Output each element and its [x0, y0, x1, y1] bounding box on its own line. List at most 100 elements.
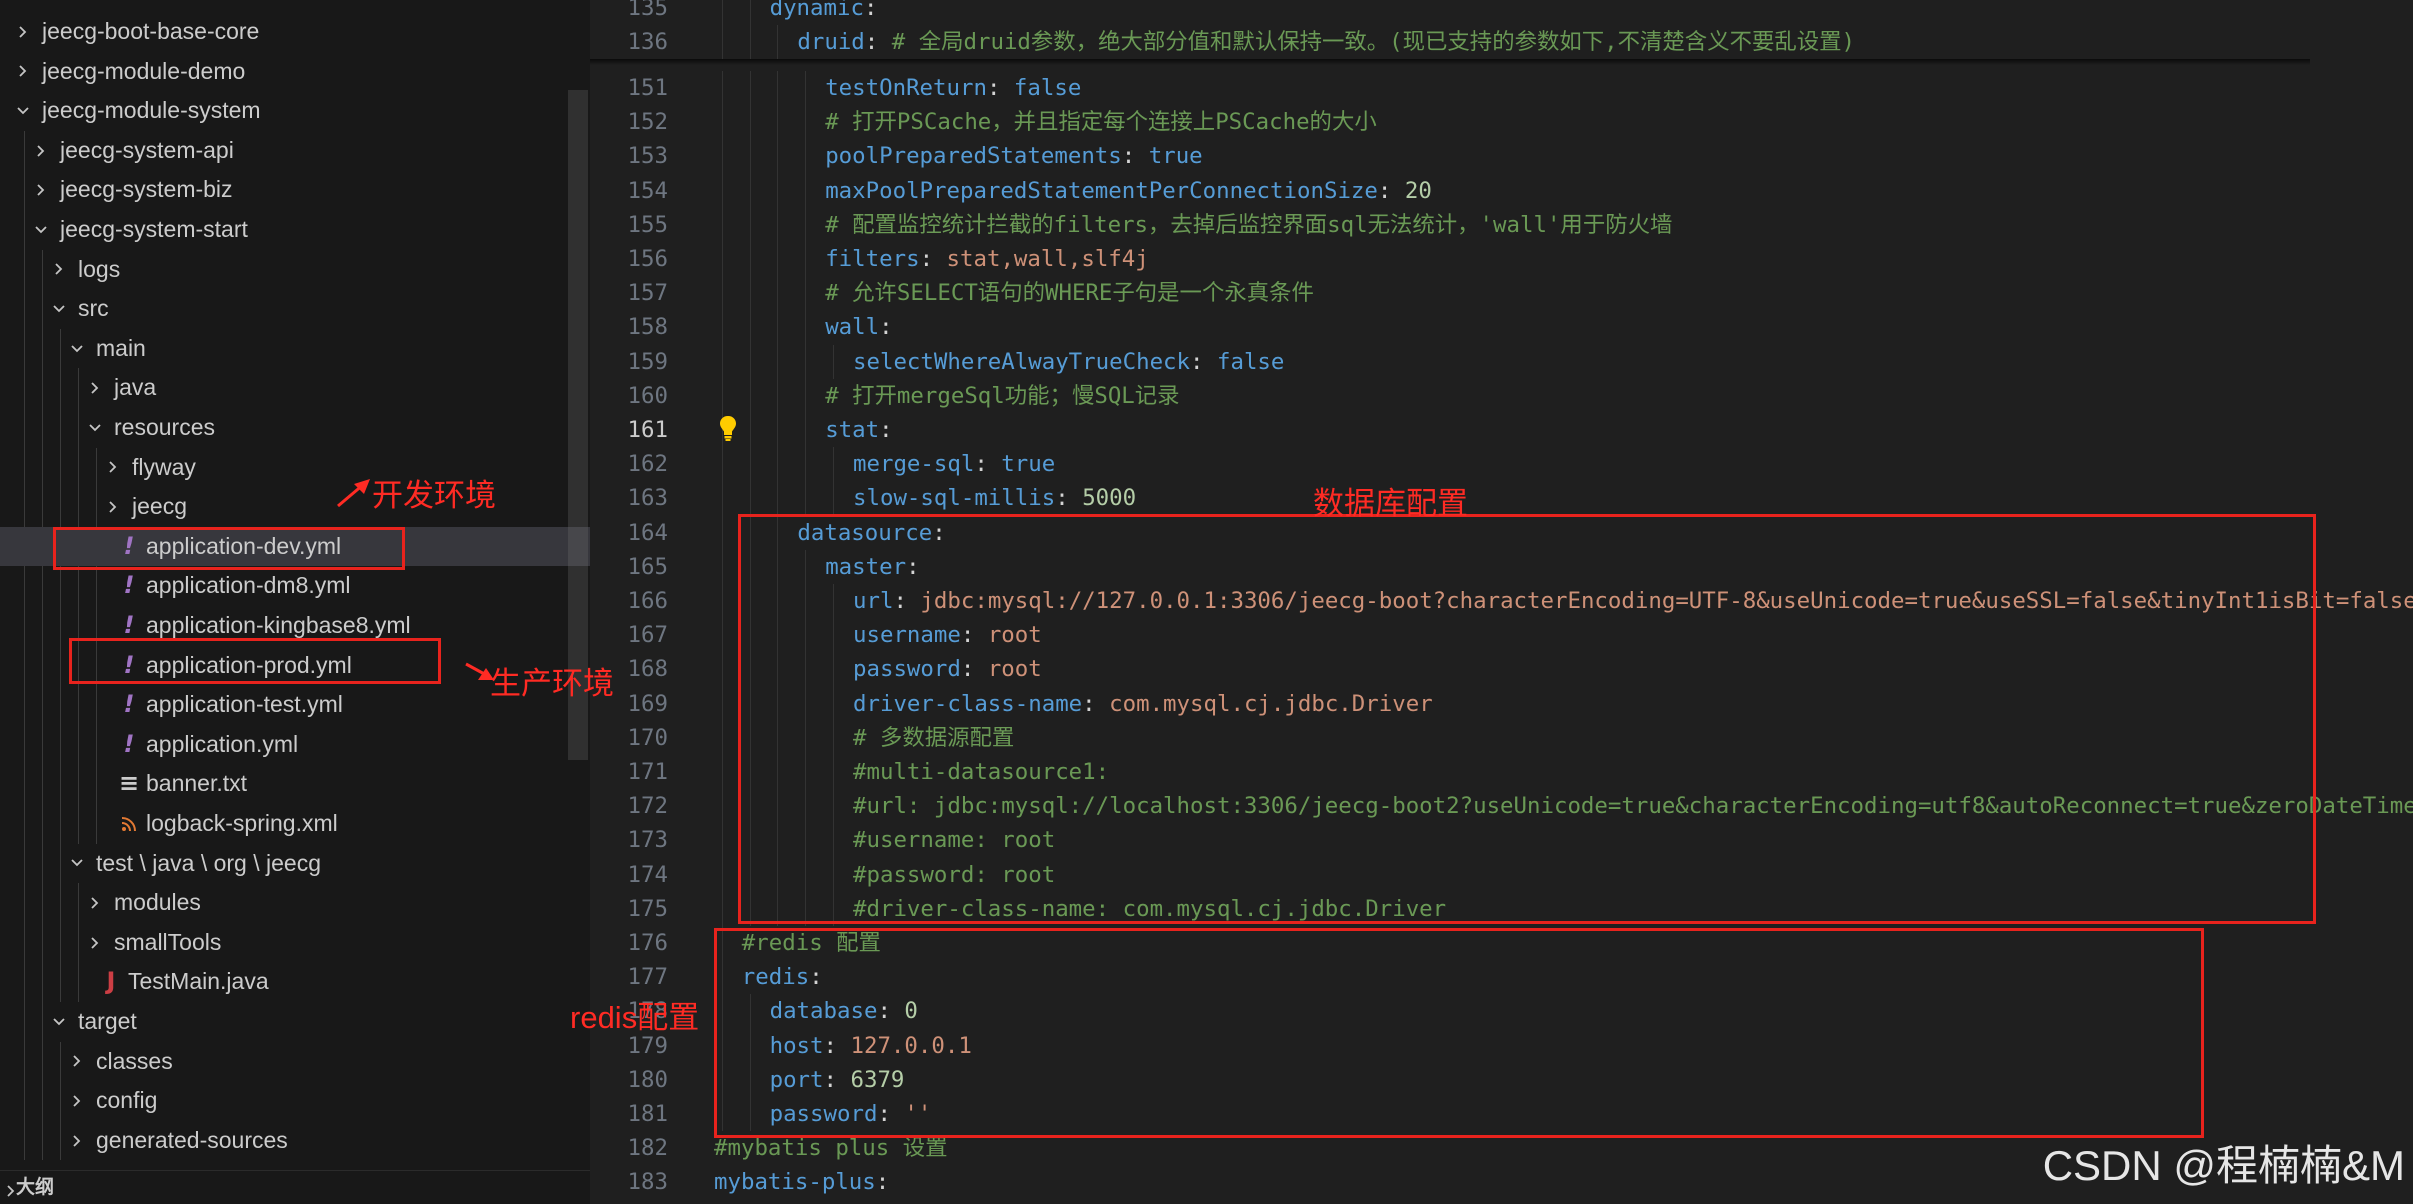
- code-token: :: [1377, 177, 1405, 204]
- code-token: selectWhereAlwayTrueCheck: [853, 348, 1191, 375]
- code-token: # 全局druid参数，绝大部分值和默认保持一致。(现已支持的参数如下,不清楚含…: [891, 29, 1856, 56]
- lightbulb-icon[interactable]: [718, 414, 738, 442]
- code-line[interactable]: 152 # 打开PSCache，并且指定每个连接上PSCache的大小: [590, 105, 2413, 140]
- code-indent-guide: [721, 584, 723, 619]
- code-indent-guide: [805, 173, 807, 208]
- line-number: 157: [627, 280, 668, 307]
- tree-folder-item[interactable]: target: [0, 1002, 590, 1042]
- code-token: poolPreparedStatements: [825, 143, 1122, 170]
- tree-file-item[interactable]: ≡ banner.txt: [0, 764, 590, 804]
- code-token: 5000: [1082, 485, 1137, 512]
- tree-item-label: jeecg-system-start: [60, 216, 248, 242]
- code-line[interactable]: 157 # 允许SELECT语句的WHERE子句是一个永真条件: [590, 276, 2413, 311]
- line-number: 163: [627, 485, 668, 512]
- tree-folder-item[interactable]: modules: [0, 883, 590, 923]
- tree-folder-item[interactable]: main: [0, 329, 590, 369]
- code-indent-guide: [805, 242, 807, 277]
- tree-item-label: application.yml: [146, 730, 299, 757]
- sticky-code-line[interactable]: 135 dynamic:: [590, 0, 2413, 26]
- code-indent-guide: [805, 276, 807, 311]
- chevron-right-icon: [12, 12, 34, 52]
- code-indent-guide: [805, 105, 807, 140]
- code-line[interactable]: 161 stat:: [590, 413, 2413, 448]
- outline-label: 大纲: [16, 1177, 55, 1198]
- tree-item-label: logs: [78, 255, 121, 282]
- tree-file-item[interactable]: ! application.yml: [0, 725, 590, 765]
- tree-folder-item[interactable]: smallTools: [0, 923, 590, 963]
- code-line[interactable]: 153 poolPreparedStatements: true: [590, 139, 2413, 174]
- tree-item-label: jeecg: [132, 493, 187, 520]
- tree-folder-item[interactable]: jeecg-system-biz: [0, 170, 590, 210]
- code-text: mybatis-plus:: [714, 1165, 889, 1199]
- code-indent-guide: [777, 481, 779, 516]
- tree-folder-item[interactable]: jeecg-system-api: [0, 131, 590, 171]
- code-indent-guide: [833, 481, 834, 516]
- code-indent-guide: [721, 891, 723, 926]
- code-indent-guide: [721, 207, 723, 242]
- tree-folder-item[interactable]: jeecg-system-start: [0, 210, 590, 250]
- tree-file-item[interactable]: logback-spring.xml: [0, 804, 590, 844]
- code-line[interactable]: 151 testOnReturn: false: [590, 71, 2413, 106]
- code-indent-guide: [749, 173, 751, 208]
- tree-folder-item[interactable]: test \ java \ org \ jeecg: [0, 844, 590, 884]
- tree-file-item[interactable]: ! application-dm8.yml: [0, 566, 590, 606]
- sticky-code-line[interactable]: 136 druid: # 全局druid参数，绝大部分值和默认保持一致。(现已支持…: [590, 25, 2413, 60]
- chevron-down-icon: [84, 408, 106, 448]
- tree-item-label: smallTools: [114, 928, 222, 955]
- code-line[interactable]: 160 # 打开mergeSql功能；慢SQL记录: [590, 378, 2413, 413]
- code-indent-guide: [721, 857, 723, 892]
- chevron-right-icon: [84, 923, 106, 963]
- code-token: #mybatis plus 设置: [714, 1135, 948, 1162]
- code-token: :: [986, 75, 1014, 101]
- java-file-icon: J: [106, 967, 116, 996]
- tree-folder-item[interactable]: jeecg-boot-base-core: [0, 12, 590, 52]
- tree-folder-item[interactable]: classes: [0, 1042, 590, 1082]
- code-line[interactable]: 156 filters: stat,wall,slf4j: [590, 242, 2413, 277]
- tree-file-item[interactable]: J TestMain.java: [0, 962, 590, 1002]
- code-indent-guide: [721, 344, 723, 379]
- tree-folder-item[interactable]: resources: [0, 408, 590, 448]
- code-line[interactable]: 159 selectWhereAlwayTrueCheck: false: [590, 344, 2413, 379]
- code-text: dynamic:: [770, 0, 878, 25]
- line-number: 173: [627, 827, 668, 854]
- code-line[interactable]: 162 merge-sql: true: [590, 447, 2413, 482]
- chevron-right-icon: [30, 170, 52, 210]
- code-indent-guide: [805, 413, 807, 448]
- code-line[interactable]: 163 slow-sql-millis: 5000: [590, 481, 2413, 516]
- code-indent-guide: [805, 481, 807, 516]
- chevron-down-icon: [66, 329, 88, 369]
- code-indent-guide: [721, 755, 723, 790]
- redis-config-label: redis配置: [570, 1000, 700, 1035]
- code-token: # 打开PSCache，并且指定每个连接上PSCache的大小: [825, 109, 1377, 136]
- code-line[interactable]: 155 # 配置监控统计拦截的filters，去掉后监控界面sql无法统计，'wa…: [590, 207, 2413, 242]
- tree-folder-item[interactable]: jeecg: [0, 487, 590, 527]
- tree-folder-item[interactable]: flyway: [0, 448, 590, 488]
- line-number: 136: [627, 29, 668, 56]
- line-number: 166: [627, 588, 668, 614]
- outline-section-header[interactable]: 大纲: [0, 1170, 590, 1204]
- code-token: :: [974, 451, 1002, 478]
- code-line[interactable]: 158 wall:: [590, 310, 2413, 345]
- code-indent-guide: [721, 105, 723, 140]
- code-indent-guide: [805, 139, 807, 174]
- code-indent-guide: [721, 71, 723, 106]
- tree-folder-item[interactable]: jeecg-module-demo: [0, 52, 590, 92]
- code-indent-guide: [777, 173, 779, 208]
- tree-folder-item[interactable]: generated-sources: [0, 1121, 590, 1161]
- code-token: :: [864, 29, 892, 56]
- line-number: 172: [627, 793, 668, 820]
- tree-folder-item[interactable]: java: [0, 368, 590, 408]
- code-indent-guide: [721, 686, 723, 721]
- code-indent-guide: [777, 413, 779, 448]
- code-token: :: [1190, 348, 1217, 375]
- line-number: 151: [627, 75, 668, 101]
- tree-folder-item[interactable]: src: [0, 289, 590, 329]
- tree-folder-item[interactable]: config: [0, 1081, 590, 1121]
- csdn-watermark: CSDN @程楠楠&M: [2042, 1142, 2405, 1189]
- code-indent-guide: [721, 618, 723, 653]
- tree-folder-item[interactable]: logs: [0, 250, 590, 290]
- tree-folder-item[interactable]: jeecg-module-system: [0, 91, 590, 131]
- code-line[interactable]: 154 maxPoolPreparedStatementPerConnection…: [590, 173, 2413, 208]
- code-indent-guide: [721, 25, 723, 60]
- tree-item-label: target: [78, 1008, 137, 1034]
